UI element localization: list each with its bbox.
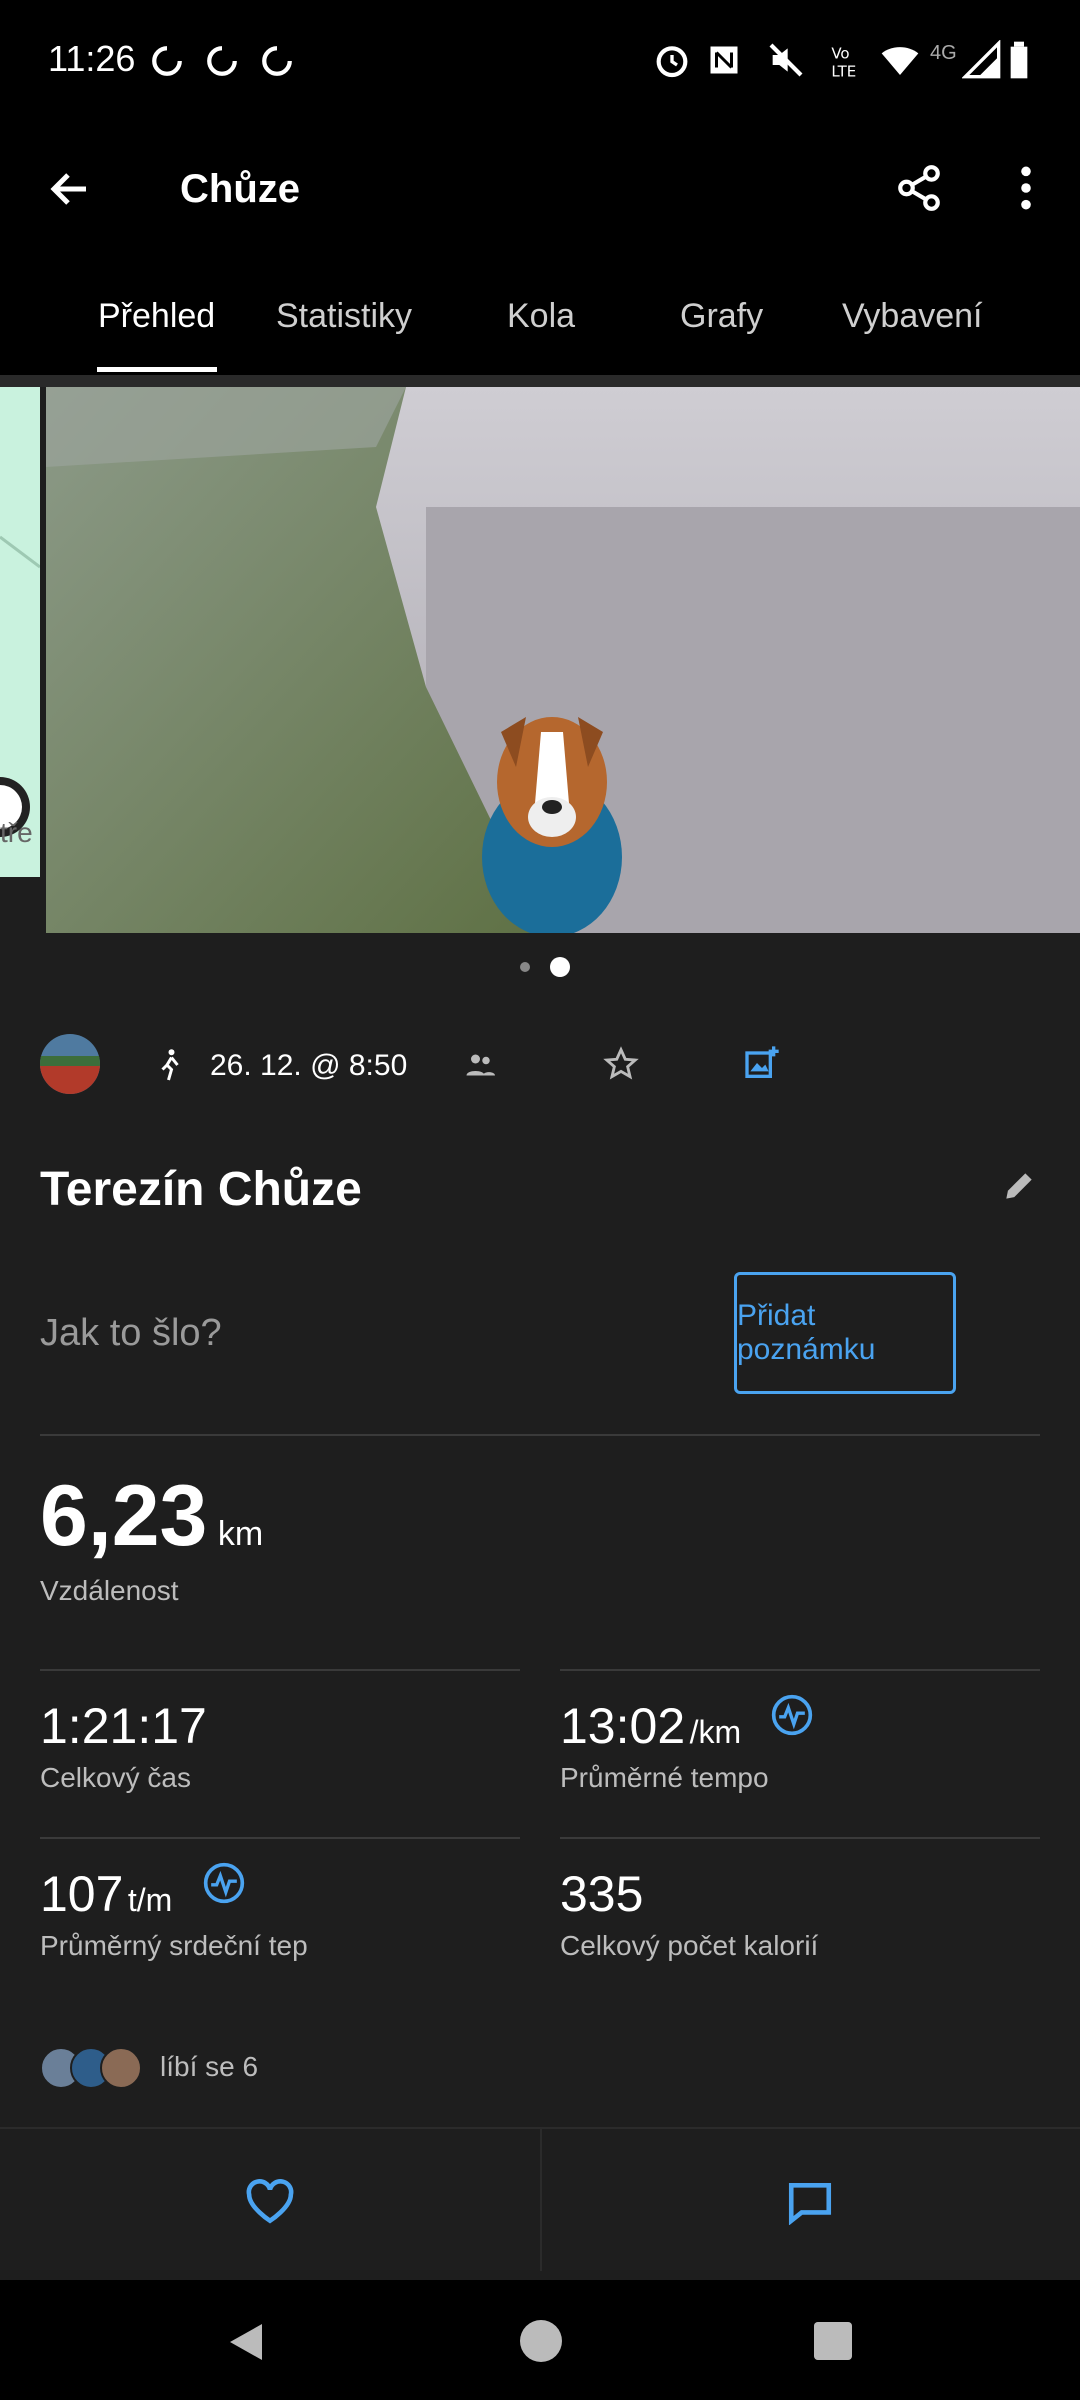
share-icon[interactable] [894,163,944,213]
divider [560,1669,1040,1671]
people-icon[interactable] [462,1047,498,1083]
add-note-label: Přidat poznámku [737,1299,876,1366]
divider [560,1837,1040,1839]
heart-rate-badge-icon [771,1694,813,1736]
heart-rate-value: 107 [40,1866,124,1922]
heart-rate-unit: t/m [127,1882,173,1918]
arrow-left-icon[interactable] [46,165,94,213]
calories-label: Celkový počet kalorií [560,1930,819,1961]
total-time-value: 1:21:17 [40,1698,207,1754]
map-label: tře [0,817,33,848]
sync-icon [262,46,292,76]
likers-avatars[interactable] [40,2047,150,2089]
divider [0,375,1080,387]
add-note-button[interactable]: Přidat poznámku [734,1272,956,1394]
divider [40,1669,520,1671]
heart-rate-label: Průměrný srdeční tep [40,1930,308,1961]
4g-signal-icon [962,40,1001,79]
heart-icon [246,2179,294,2224]
svg-text:Vo: Vo [831,44,849,62]
active-tab-indicator [97,367,217,372]
pace-stat: 13:02 /km [560,1697,741,1755]
status-bar: 11:26 Vo LTE 4G [0,0,1080,125]
page-title: Chůze [180,167,300,211]
carousel-dot[interactable] [520,962,530,972]
avatar[interactable] [40,1034,100,1094]
nav-recents-icon[interactable] [814,2322,852,2360]
like-button[interactable] [0,2129,540,2271]
map-route [0,535,40,837]
map-thumbnail[interactable]: tře [0,387,40,877]
comment-icon [788,2183,832,2225]
pace-unit: /km [689,1714,742,1750]
divider [40,1837,520,1839]
calories-value: 335 [560,1866,644,1922]
app-bar: Chůze Přehled Statistiky Kola Grafy Vyba… [0,125,1080,375]
clock: 11:26 [48,38,136,79]
nav-back-icon[interactable] [226,2320,266,2364]
note-prompt[interactable]: Jak to šlo? [40,1312,222,1355]
tab-statistiky[interactable]: Statistiky [276,297,412,336]
system-nav-bar [0,2280,1080,2400]
battery-icon [1010,41,1028,79]
heart-rate-stat: 107 t/m [40,1865,172,1923]
pace-label: Průměrné tempo [560,1762,769,1793]
more-vert-icon[interactable] [1008,163,1044,213]
activity-overview: tře 26. 12. @ 8:50 Terezín Chůze Jak to … [0,387,1080,2280]
activity-date: 26. 12. @ 8:50 [210,1049,408,1082]
divider [40,1434,1040,1436]
total-time-label: Celkový čas [40,1762,191,1793]
pace-value: 13:02 [560,1698,686,1754]
tab-grafy[interactable]: Grafy [680,297,763,336]
activity-name: Terezín Chůze [40,1163,362,1216]
network-type: 4G [930,42,957,64]
tab-prehled[interactable]: Přehled [98,297,215,336]
edit-icon[interactable] [1000,1167,1038,1205]
tab-vybaveni[interactable]: Vybavení [842,297,983,336]
photo-dog-by-lake [46,387,1080,933]
tab-kola[interactable]: Kola [507,297,575,336]
mute-icon [769,43,803,77]
activity-photo[interactable] [46,387,1080,933]
action-bar [0,2127,1080,2271]
carousel-dot-active[interactable] [550,957,570,977]
distance-stat: 6,23 km [40,1467,263,1566]
distance-value: 6,23 [40,1468,208,1564]
sync-icon [207,46,237,76]
star-icon[interactable] [602,1045,640,1083]
svg-text:LTE: LTE [831,63,856,80]
alarm-icon [656,46,688,78]
volte-icon: VoLTE [831,44,856,80]
likes-count[interactable]: líbí se 6 [160,2051,258,2083]
sync-icon [152,46,182,76]
walk-icon [161,1049,179,1081]
nav-home-icon[interactable] [520,2320,562,2362]
distance-label: Vzdálenost [40,1575,179,1606]
add-photo-icon[interactable] [742,1043,782,1083]
wifi-icon [881,47,919,75]
comment-button[interactable] [542,2129,1080,2271]
nfc-icon [710,46,738,74]
distance-unit: km [217,1515,264,1553]
heart-rate-badge-icon [203,1862,245,1904]
